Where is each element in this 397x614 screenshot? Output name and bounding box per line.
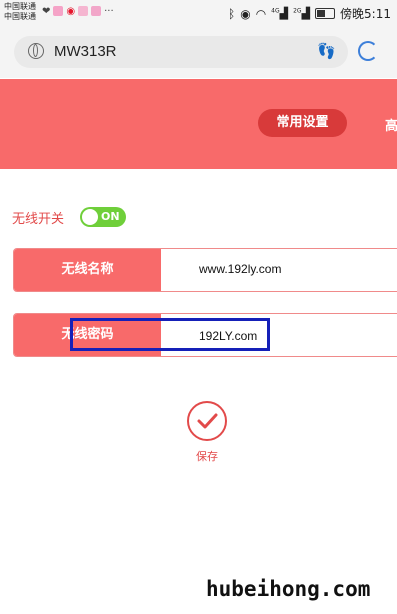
carrier-2: 中国联通 xyxy=(4,12,36,21)
highlight-box xyxy=(70,318,270,351)
app-notification-icon xyxy=(91,6,102,16)
reload-icon[interactable] xyxy=(358,41,378,61)
browser-toolbar: MW313R 👣 xyxy=(0,28,397,78)
signal-4g-label: 4G xyxy=(271,7,280,15)
bluetooth-icon: ᛒ xyxy=(228,6,236,21)
page-header: 常用设置 高 xyxy=(0,79,397,169)
signal-2g-icon: 2G▟ xyxy=(293,7,311,20)
wifi-icon: ◠ xyxy=(255,6,267,21)
checkmark-icon xyxy=(197,413,218,429)
notification-icons: ❤ ◉ ··· xyxy=(42,6,114,17)
more-icon: ··· xyxy=(104,6,114,17)
wireless-name-input[interactable]: www.192ly.com xyxy=(199,262,281,276)
eye-icon: ◉ xyxy=(240,6,251,21)
toggle-knob xyxy=(82,209,98,225)
wireless-toggle[interactable]: ON xyxy=(80,207,126,227)
heart-icon: ❤ xyxy=(42,6,51,17)
tab-advanced-settings[interactable]: 高 xyxy=(385,115,397,134)
save-button[interactable] xyxy=(187,401,227,441)
carrier-1: 中国联通 xyxy=(4,2,36,11)
status-bar: 中国联通 中国联通 ❤ ◉ ··· ᛒ ◉ ◠ 4G▟ 2G▟ 傍晚5:11 xyxy=(0,0,397,28)
url-text: MW313R xyxy=(54,43,117,60)
footprint-icon[interactable]: 👣 xyxy=(317,42,336,60)
wireless-name-row: 无线名称 www.192ly.com xyxy=(13,248,397,292)
clock: 傍晚5:11 xyxy=(340,7,391,21)
carrier-info: 中国联通 中国联通 xyxy=(4,2,36,22)
signal-4g-icon: 4G▟ xyxy=(271,7,289,20)
wireless-name-label: 无线名称 xyxy=(14,249,161,291)
wireless-switch-label: 无线开关 xyxy=(12,212,65,227)
watermark: hubeihong.com xyxy=(206,577,371,601)
app-notification-icon xyxy=(78,6,89,16)
weibo-icon: ◉ xyxy=(66,6,76,17)
address-bar[interactable]: MW313R 👣 xyxy=(14,36,348,68)
app-notification-icon xyxy=(53,6,64,16)
system-status: ᛒ ◉ ◠ 4G▟ 2G▟ 傍晚5:11 xyxy=(228,5,391,22)
toggle-state: ON xyxy=(101,210,120,223)
battery-icon xyxy=(315,8,336,19)
save-label: 保存 xyxy=(196,450,218,463)
tab-common-settings[interactable]: 常用设置 xyxy=(258,109,347,137)
globe-icon xyxy=(28,43,44,59)
signal-2g-label: 2G xyxy=(293,7,302,15)
